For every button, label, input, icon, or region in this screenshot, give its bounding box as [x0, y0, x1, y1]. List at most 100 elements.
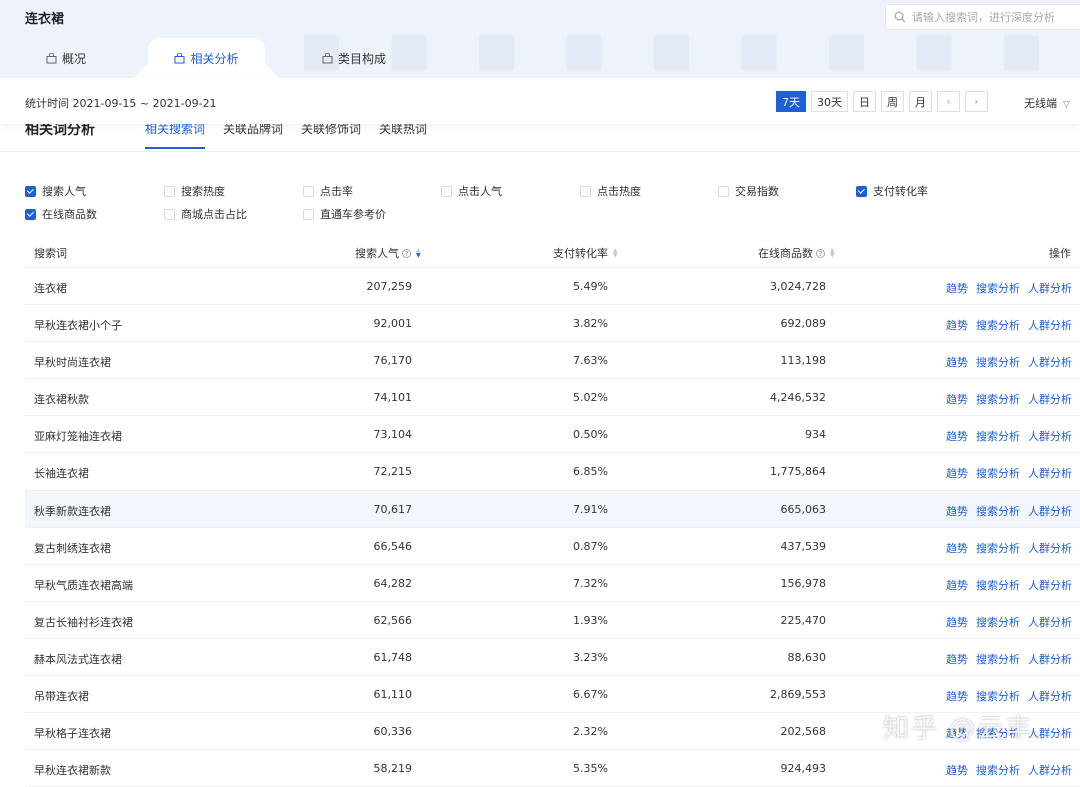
crowd-analysis-link[interactable]: 人群分析: [1028, 725, 1072, 741]
trend-link[interactable]: 趋势: [946, 465, 968, 481]
trend-link[interactable]: 趋势: [946, 391, 968, 407]
crowd-analysis-link[interactable]: 人群分析: [1028, 503, 1072, 519]
table-row: 赫本风法式连衣裙 61,748 3.23% 88,630 趋势 搜索分析 人群分析: [25, 639, 1080, 677]
subtab-brand[interactable]: 关联品牌词: [223, 120, 283, 149]
metric-checkbox[interactable]: 直通车参考价: [303, 206, 386, 222]
help-icon: ?: [816, 248, 825, 258]
search-analysis-link[interactable]: 搜索分析: [976, 762, 1020, 778]
metric-checkbox[interactable]: 搜索人气: [25, 183, 86, 199]
sort-icon[interactable]: ▲ ▼: [830, 248, 835, 259]
metric-checkbox[interactable]: 点击热度: [580, 183, 641, 199]
period-30d-button[interactable]: 30天: [811, 91, 848, 112]
col-products[interactable]: 在线商品数? ▲ ▼: [758, 245, 835, 261]
checkbox-checked-icon: [856, 185, 867, 197]
watermark: 知乎 @云丰: [883, 714, 1034, 744]
trend-link[interactable]: 趋势: [946, 428, 968, 444]
metric-checkbox[interactable]: 点击率: [303, 183, 353, 199]
trend-link[interactable]: 趋势: [946, 317, 968, 333]
keyword-cell: 长袖连衣裙: [34, 467, 89, 481]
products-cell: 2,869,553: [770, 688, 826, 702]
trend-link[interactable]: 趋势: [946, 577, 968, 593]
search-analysis-link[interactable]: 搜索分析: [976, 651, 1020, 667]
row-actions: 趋势 搜索分析 人群分析: [946, 762, 1072, 778]
popularity-cell: 76,170: [373, 354, 413, 368]
trend-link[interactable]: 趋势: [946, 354, 968, 370]
products-cell: 924,493: [780, 762, 827, 776]
prev-period-button[interactable]: ‹: [937, 91, 960, 112]
search-analysis-link[interactable]: 搜索分析: [976, 503, 1020, 519]
search-analysis-link[interactable]: 搜索分析: [976, 280, 1020, 296]
help-icon: ?: [402, 248, 411, 258]
stat-time: 统计时间 2021-09-15 ~ 2021-09-21: [25, 97, 217, 110]
metric-checkbox[interactable]: 在线商品数: [25, 206, 97, 222]
crowd-analysis-link[interactable]: 人群分析: [1028, 540, 1072, 556]
metric-label: 点击热度: [597, 185, 641, 198]
period-week-button[interactable]: 周: [881, 91, 904, 112]
search-analysis-link[interactable]: 搜索分析: [976, 577, 1020, 593]
crowd-analysis-link[interactable]: 人群分析: [1028, 354, 1072, 370]
tab-category-composition[interactable]: 类目构成: [322, 38, 386, 78]
search-analysis-link[interactable]: 搜索分析: [976, 688, 1020, 704]
trend-link[interactable]: 趋势: [946, 762, 968, 778]
metric-checkbox[interactable]: 点击人气: [441, 183, 502, 199]
crowd-analysis-link[interactable]: 人群分析: [1028, 688, 1072, 704]
crowd-analysis-link[interactable]: 人群分析: [1028, 317, 1072, 333]
sort-icon[interactable]: ▲ ▼: [613, 248, 618, 259]
search-input[interactable]: [912, 10, 1072, 24]
crowd-analysis-link[interactable]: 人群分析: [1028, 280, 1072, 296]
search-analysis-link[interactable]: 搜索分析: [976, 614, 1020, 630]
search-analysis-link[interactable]: 搜索分析: [976, 465, 1020, 481]
metric-label: 在线商品数: [42, 208, 97, 221]
crowd-analysis-link[interactable]: 人群分析: [1028, 577, 1072, 593]
period-month-button[interactable]: 月: [909, 91, 932, 112]
popularity-cell: 207,259: [366, 280, 413, 293]
trend-link[interactable]: 趋势: [946, 540, 968, 556]
popularity-cell: 60,336: [373, 725, 413, 739]
products-cell: 88,630: [787, 650, 827, 664]
popularity-cell: 73,104: [373, 428, 413, 442]
col-conversion[interactable]: 支付转化率 ▲ ▼: [553, 245, 618, 261]
conversion-cell: 0.87%: [573, 539, 608, 553]
metric-checkbox[interactable]: 搜索热度: [164, 183, 225, 199]
period-7d-button[interactable]: 7天: [776, 91, 806, 112]
crowd-analysis-link[interactable]: 人群分析: [1028, 614, 1072, 630]
device-select[interactable]: 无线端 ▽: [1024, 95, 1070, 111]
conversion-cell: 5.35%: [573, 762, 608, 776]
metric-checkbox[interactable]: 支付转化率: [856, 183, 928, 199]
trend-link[interactable]: 趋势: [946, 503, 968, 519]
search-analysis-link[interactable]: 搜索分析: [976, 317, 1020, 333]
trend-link[interactable]: 趋势: [946, 614, 968, 630]
keyword-cell: 亚麻灯笼袖连衣裙: [34, 430, 122, 444]
search-analysis-link[interactable]: 搜索分析: [976, 354, 1020, 370]
metric-checkbox[interactable]: 交易指数: [718, 183, 779, 199]
tab-overview[interactable]: 概况: [46, 38, 86, 78]
trend-link[interactable]: 趋势: [946, 688, 968, 704]
crowd-analysis-link[interactable]: 人群分析: [1028, 762, 1072, 778]
sort-icon[interactable]: ▲ ▼: [416, 248, 421, 259]
next-period-button[interactable]: ›: [965, 91, 988, 112]
trend-link[interactable]: 趋势: [946, 280, 968, 296]
tab-related-analysis[interactable]: 相关分析: [148, 38, 265, 78]
tab-label: 类目构成: [338, 51, 387, 66]
period-day-button[interactable]: 日: [853, 91, 876, 112]
subtab-modifier[interactable]: 关联修饰词: [301, 120, 361, 149]
crowd-analysis-link[interactable]: 人群分析: [1028, 428, 1072, 444]
search-analysis-link[interactable]: 搜索分析: [976, 428, 1020, 444]
row-actions: 趋势 搜索分析 人群分析: [946, 428, 1072, 444]
trend-link[interactable]: 趋势: [946, 651, 968, 667]
subtab-hot[interactable]: 关联热词: [379, 120, 427, 149]
row-actions: 趋势 搜索分析 人群分析: [946, 354, 1072, 370]
search-analysis-link[interactable]: 搜索分析: [976, 391, 1020, 407]
crowd-analysis-link[interactable]: 人群分析: [1028, 465, 1072, 481]
table-row: 连衣裙秋款 74,101 5.02% 4,246,532 趋势 搜索分析 人群分析: [25, 379, 1080, 417]
products-cell: 3,024,728: [770, 280, 826, 293]
keyword-cell: 吊带连衣裙: [34, 690, 89, 704]
metric-checkbox[interactable]: 商城点击占比: [164, 206, 247, 222]
crowd-analysis-link[interactable]: 人群分析: [1028, 651, 1072, 667]
search-analysis-link[interactable]: 搜索分析: [976, 540, 1020, 556]
subtab-related-search[interactable]: 相关搜索词: [145, 120, 206, 149]
popularity-cell: 58,219: [373, 762, 413, 776]
crowd-analysis-link[interactable]: 人群分析: [1028, 391, 1072, 407]
search-box[interactable]: [885, 4, 1080, 30]
col-popularity[interactable]: 搜索人气? ▲ ▼: [355, 245, 421, 261]
